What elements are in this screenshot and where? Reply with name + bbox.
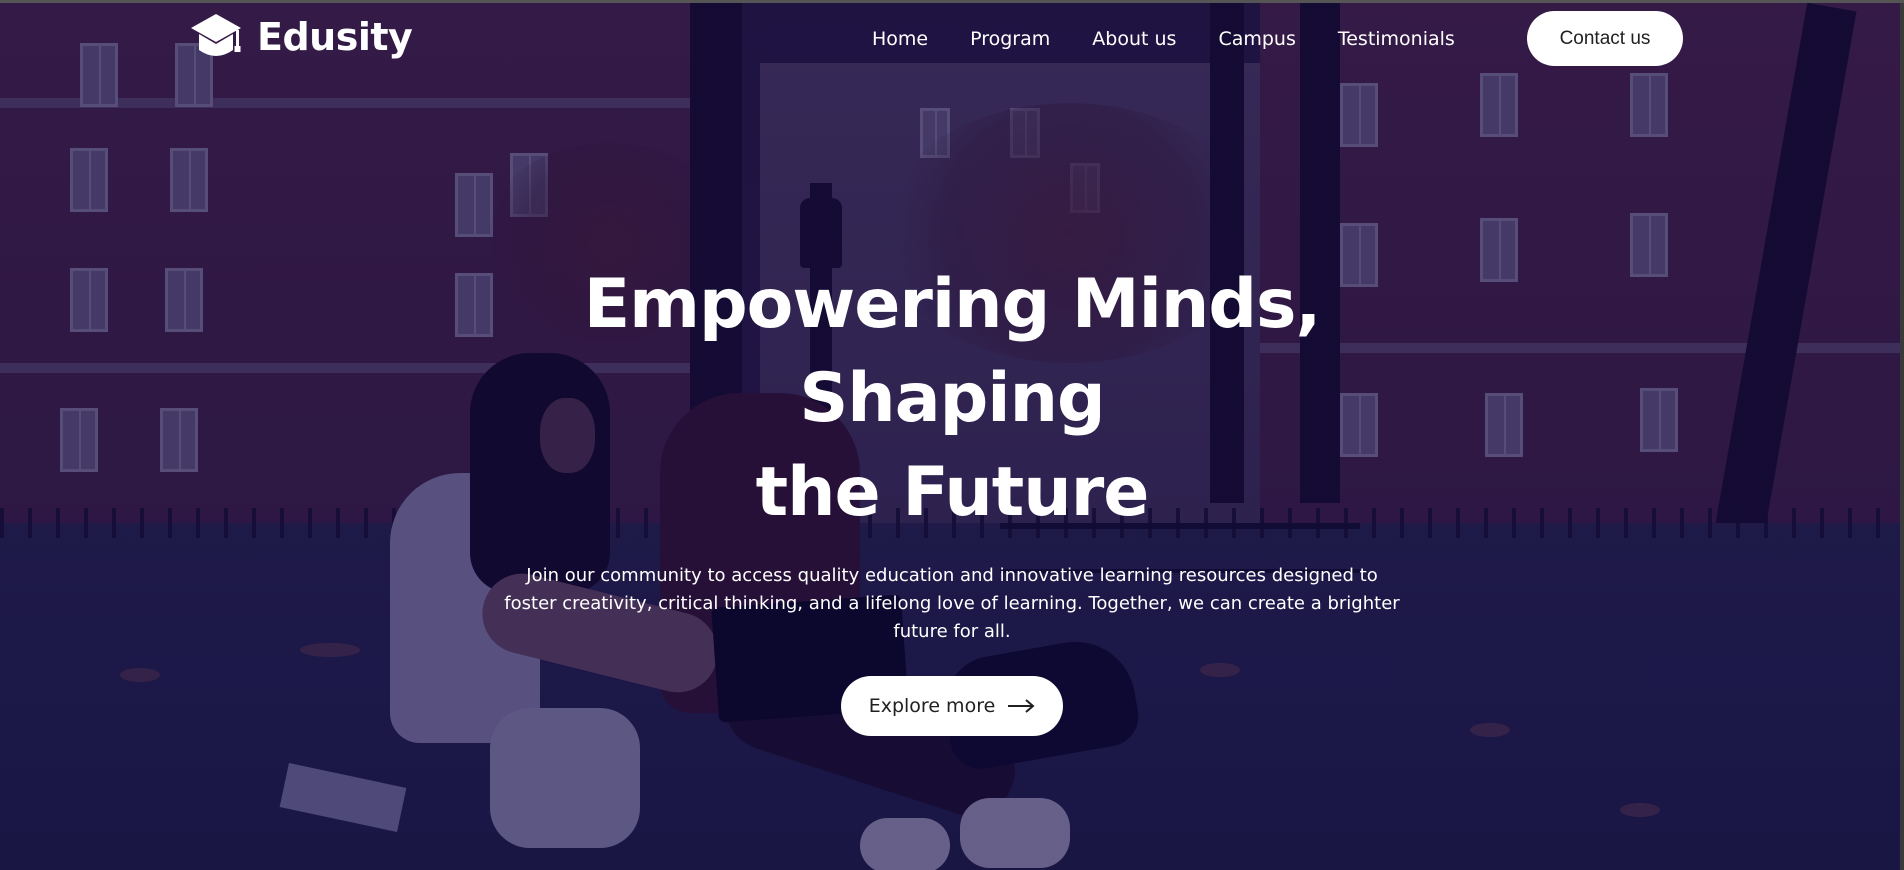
nav-campus[interactable]: Campus	[1218, 28, 1295, 50]
brand-logo[interactable]: Edusity	[189, 11, 413, 63]
page: Edusity Home Program About us Campus Tes…	[0, 0, 1904, 870]
contact-us-button[interactable]: Contact us	[1527, 11, 1683, 66]
nav-about-us[interactable]: About us	[1092, 28, 1176, 50]
hero-title: Empowering Minds, Shaping the Future	[452, 258, 1452, 540]
graduation-cap-icon	[191, 14, 241, 56]
hero-content: Empowering Minds, Shaping the Future Joi…	[0, 258, 1904, 736]
nav-links: Home Program About us Campus Testimonial…	[872, 11, 1497, 67]
explore-more-label: Explore more	[868, 695, 996, 717]
explore-more-button[interactable]: Explore more	[841, 676, 1063, 736]
arrow-right-icon	[1008, 699, 1035, 713]
nav-program[interactable]: Program	[970, 28, 1050, 50]
navbar: Edusity Home Program About us Campus Tes…	[0, 3, 1904, 73]
hero-title-line-2: the Future	[755, 453, 1150, 532]
scrollbar[interactable]	[1900, 3, 1904, 870]
nav-testimonials[interactable]: Testimonials	[1338, 28, 1455, 50]
brand-name: Edusity	[257, 15, 413, 59]
hero-title-line-1: Empowering Minds, Shaping	[583, 265, 1322, 438]
hero-description: Join our community to access quality edu…	[504, 565, 1400, 642]
nav-home[interactable]: Home	[872, 28, 928, 50]
